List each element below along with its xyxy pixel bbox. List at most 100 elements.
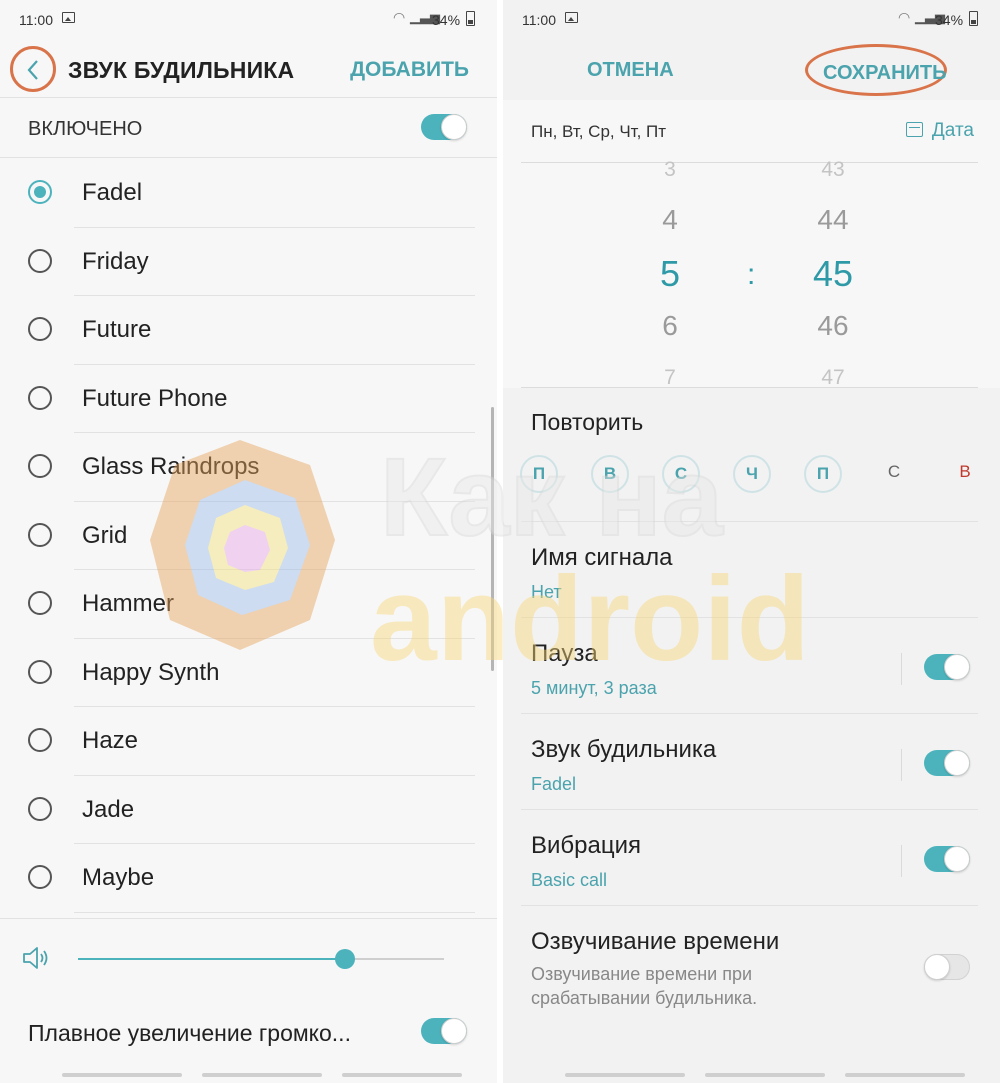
alarm-sound-setting[interactable]: Звук будильника Fadel xyxy=(503,714,1000,810)
weekday-chip[interactable]: П xyxy=(520,455,558,493)
volume-slider-fill xyxy=(78,958,346,960)
minute-selected: 45 xyxy=(812,253,854,294)
snooze-setting[interactable]: Пауза 5 минут, 3 раза xyxy=(503,618,1000,714)
scrollbar[interactable] xyxy=(491,407,494,671)
enabled-toggle[interactable] xyxy=(421,114,467,140)
sound-list-item[interactable]: Future Phone xyxy=(0,365,497,433)
minute-picker[interactable]: 43 44 45 46 47 xyxy=(793,100,873,389)
radio-icon[interactable] xyxy=(28,385,52,410)
status-time: 11:00 xyxy=(522,12,556,28)
voice-time-setting[interactable]: Озвучивание времени Озвучивание времени … xyxy=(503,906,1000,1026)
radio-icon[interactable] xyxy=(28,248,52,273)
battery-icon xyxy=(466,11,475,26)
volume-slider[interactable] xyxy=(78,949,444,969)
battery-icon xyxy=(969,11,978,26)
alarm-name-setting[interactable]: Имя сигнала Нет xyxy=(503,522,1000,618)
radio-icon[interactable] xyxy=(28,454,52,478)
sound-name: Fadel xyxy=(82,179,143,206)
repeat-label: Повторить xyxy=(531,409,644,435)
enabled-divider xyxy=(0,157,497,158)
sound-list-item[interactable]: Glass Raindrops xyxy=(0,433,497,502)
alarm-sound-screen: 11:00 ◠ ▁▃▅ 34% ЗВУК БУДИЛЬНИКА ДОБАВИТЬ… xyxy=(0,0,497,1083)
status-time: 11:00 xyxy=(19,12,53,28)
gallery-notification-icon xyxy=(62,12,75,23)
back-button[interactable] xyxy=(10,46,56,92)
sound-name: Future Phone xyxy=(82,384,228,412)
wifi-icon: ◠ xyxy=(898,9,911,25)
sound-list-item[interactable]: Future xyxy=(0,296,497,365)
gradual-volume-toggle[interactable] xyxy=(421,1018,467,1044)
wifi-icon: ◠ xyxy=(393,9,406,25)
cancel-button[interactable]: ОТМЕНА xyxy=(587,59,674,82)
snooze-value: 5 минут, 3 раза xyxy=(531,678,657,698)
weekday-chip[interactable]: С xyxy=(662,455,700,493)
voice-time-toggle[interactable] xyxy=(924,954,970,980)
weekday-chip[interactable]: П xyxy=(804,455,842,493)
radio-icon[interactable] xyxy=(28,659,52,684)
hour-selected: 5 xyxy=(659,253,681,294)
weekday-selector: ПВСЧПСВ xyxy=(503,455,1000,495)
sound-name: Hammer xyxy=(82,590,175,617)
sound-list-item[interactable]: Haze xyxy=(0,707,497,776)
battery-percent: 34% xyxy=(432,12,461,28)
sound-list-item[interactable]: Jade xyxy=(0,776,497,844)
page-title: ЗВУК БУДИЛЬНИКА xyxy=(68,57,295,83)
weekday-chip[interactable]: С xyxy=(875,455,913,493)
voice-time-title: Озвучивание времени xyxy=(531,928,780,955)
sound-name: Grid xyxy=(82,521,128,549)
save-button[interactable]: СОХРАНИТЬ xyxy=(805,44,947,96)
vibration-toggle[interactable] xyxy=(924,846,970,872)
radio-icon[interactable] xyxy=(28,728,52,752)
vibration-value: Basic call xyxy=(531,870,608,890)
time-separator: : xyxy=(747,258,756,291)
sound-list-item[interactable]: Grid xyxy=(0,502,497,570)
radio-icon[interactable] xyxy=(28,317,52,341)
nav-bar xyxy=(503,1067,1000,1083)
radio-icon[interactable] xyxy=(28,591,52,615)
volume-slider-handle[interactable] xyxy=(335,949,356,969)
radio-selected-icon[interactable] xyxy=(28,180,52,204)
sound-name: Happy Synth xyxy=(82,658,220,686)
enabled-row[interactable]: ВКЛЮЧЕНО xyxy=(0,97,497,157)
minute-option: 46 xyxy=(817,310,849,341)
sound-name: Haze xyxy=(82,727,139,754)
snooze-toggle[interactable] xyxy=(924,654,970,680)
sound-name: Maybe xyxy=(82,864,155,891)
vibration-setting[interactable]: Вибрация Basic call xyxy=(503,810,1000,906)
weekday-chip[interactable]: В xyxy=(946,455,984,493)
radio-icon[interactable] xyxy=(28,796,52,821)
weekday-chip[interactable]: В xyxy=(591,455,629,493)
alarm-name-title: Имя сигнала xyxy=(531,544,673,571)
sound-list-item[interactable]: Maybe xyxy=(0,844,497,913)
add-button[interactable]: ДОБАВИТЬ xyxy=(350,58,469,82)
sound-list-item[interactable]: Hammer xyxy=(0,570,497,639)
snooze-title: Пауза xyxy=(531,640,598,667)
alarm-name-value: Нет xyxy=(531,582,562,602)
hour-option: 6 xyxy=(662,310,678,341)
save-button-label: СОХРАНИТЬ xyxy=(823,62,947,84)
radio-icon[interactable] xyxy=(28,522,52,547)
status-bar: 11:00 ◠ ▁▃▅ 34% xyxy=(0,0,497,40)
gradual-volume-label: Плавное увеличение громко... xyxy=(28,1020,351,1046)
sound-list-item[interactable]: Fadel xyxy=(0,159,497,228)
minute-option: 43 xyxy=(821,158,845,181)
radio-icon[interactable] xyxy=(28,865,52,889)
hour-picker[interactable]: 3 4 5 6 7 xyxy=(630,100,710,389)
date-button[interactable]: Дата xyxy=(905,120,974,142)
sound-list: Fadel Friday Future Future Phone Glass Raind… xyxy=(0,159,497,913)
voice-time-description: Озвучивание времени при срабатывании буд… xyxy=(531,964,758,1008)
hour-option: 4 xyxy=(662,204,678,235)
weekday-chip[interactable]: Ч xyxy=(733,455,771,493)
sound-list-item[interactable]: Happy Synth xyxy=(0,639,497,707)
alarm-sound-toggle[interactable] xyxy=(924,750,970,776)
alarm-sound-value: Fadel xyxy=(531,774,577,794)
sound-list-item[interactable]: Friday xyxy=(0,228,497,296)
chevron-left-icon xyxy=(27,60,38,80)
speaker-icon xyxy=(23,947,48,969)
list-bottom-divider xyxy=(0,918,497,919)
volume-row xyxy=(0,920,497,1000)
time-picker-card: Пн, Вт, Ср, Чт, Пт Дата 3 4 5 6 7 : 43 4… xyxy=(503,100,1000,389)
minute-option: 44 xyxy=(817,204,849,235)
edit-header: ОТМЕНА СОХРАНИТЬ xyxy=(503,40,1000,100)
battery-percent: 34% xyxy=(935,12,964,28)
